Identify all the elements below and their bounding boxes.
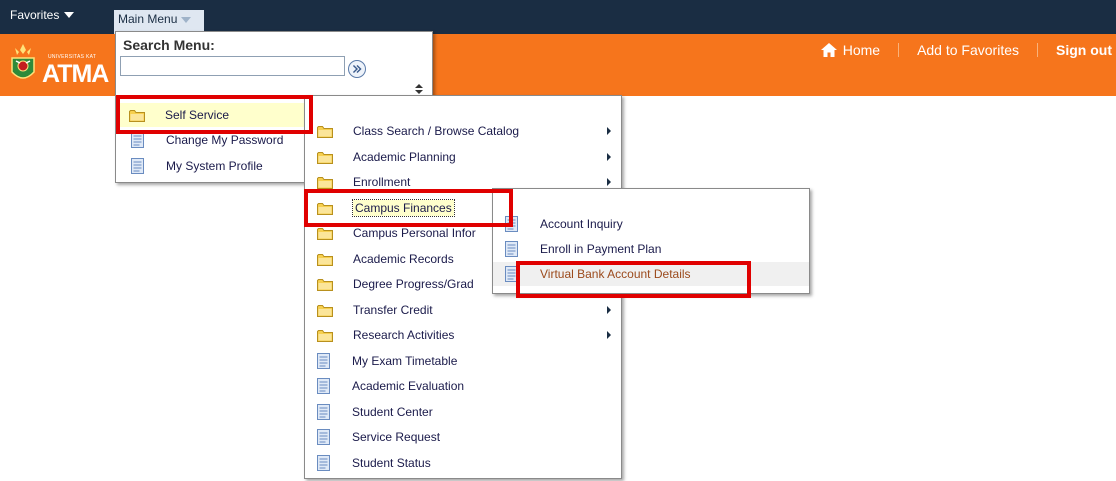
menu-item-label: Academic Evaluation <box>352 379 465 393</box>
folder-icon <box>317 253 333 266</box>
menu-item-class-search[interactable]: Class Search / Browse Catalog <box>305 119 621 143</box>
menu-item-academic-evaluation[interactable]: Academic Evaluation <box>305 374 621 398</box>
menu-item-label: Student Center <box>352 405 433 419</box>
menu-item-label: My System Profile <box>166 159 263 173</box>
menu-item-student-status[interactable]: Student Status <box>305 451 621 475</box>
menu-item-label: Transfer Credit <box>353 303 433 317</box>
submenu-arrow-icon <box>607 331 611 339</box>
document-icon <box>317 429 330 445</box>
university-logo: UNIVERSITAS KAT ATMA <box>8 38 118 92</box>
submenu-arrow-icon <box>607 153 611 161</box>
menu-item-label: Service Request <box>352 430 441 444</box>
document-icon <box>317 353 330 369</box>
document-icon <box>131 158 144 174</box>
submenu-arrow-icon <box>607 178 611 186</box>
document-icon <box>505 241 518 257</box>
highlight-box-self-service <box>116 95 313 134</box>
caret-down-icon <box>181 17 192 23</box>
home-link[interactable]: Home <box>820 42 881 58</box>
add-to-favorites-label: Add to Favorites <box>917 42 1019 58</box>
scroll-arrows-icon[interactable] <box>415 84 423 94</box>
logo-text: ATMA <box>42 60 109 88</box>
folder-icon <box>317 176 333 189</box>
link-separator <box>898 43 900 57</box>
menu-item-label: Class Search / Browse Catalog <box>353 124 520 138</box>
top-navigation-bar: Favorites Main Menu <box>0 0 1116 34</box>
document-icon <box>131 132 144 148</box>
document-icon <box>317 455 330 471</box>
search-go-button[interactable] <box>348 60 366 78</box>
header-links: Home Add to Favorites Sign out <box>820 40 1116 60</box>
menu-item-label: Academic Records <box>353 252 454 266</box>
link-separator <box>1037 43 1038 57</box>
document-icon <box>317 378 330 394</box>
university-emblem-icon <box>11 44 35 79</box>
sign-out-link[interactable]: Sign out <box>1056 42 1112 58</box>
menu-item-label: Enrollment <box>353 175 411 189</box>
folder-icon <box>317 151 333 164</box>
menu-item-my-exam-timetable[interactable]: My Exam Timetable <box>305 349 621 373</box>
menu-item-label: Account Inquiry <box>540 217 623 231</box>
menu-item-label: Student Status <box>352 456 431 470</box>
menu-item-label: Academic Planning <box>353 150 456 164</box>
home-icon <box>820 43 837 57</box>
home-label: Home <box>842 42 881 58</box>
menu-item-research-activities[interactable]: Research Activities <box>305 323 621 347</box>
menu-item-enroll-payment-plan[interactable]: Enroll in Payment Plan <box>493 237 809 261</box>
folder-icon <box>317 304 333 317</box>
menu-item-transfer-credit[interactable]: Transfer Credit <box>305 298 621 322</box>
search-menu-input[interactable] <box>120 56 345 76</box>
document-icon <box>317 404 330 420</box>
highlight-box-virtual-bank-account <box>516 261 751 298</box>
add-to-favorites-link[interactable]: Add to Favorites <box>917 42 1019 58</box>
menu-item-label: Research Activities <box>353 328 455 342</box>
favorites-label: Favorites <box>10 8 60 22</box>
menu-item-academic-planning[interactable]: Academic Planning <box>305 145 621 169</box>
favorites-menu-button[interactable]: Favorites <box>0 4 100 30</box>
menu-item-account-inquiry[interactable]: Account Inquiry <box>493 212 809 236</box>
folder-icon <box>317 227 333 240</box>
menu-item-label: Enroll in Payment Plan <box>540 242 662 256</box>
menu-item-label: My Exam Timetable <box>352 354 458 368</box>
menu-item-label: Change My Password <box>166 133 284 147</box>
menu-item-service-request[interactable]: Service Request <box>305 425 621 449</box>
menu-item-academic-records[interactable]: Academic Records <box>305 247 491 271</box>
submenu-arrow-icon <box>607 127 611 135</box>
folder-icon <box>317 278 333 291</box>
highlight-box-campus-finances <box>304 189 513 227</box>
menu-item-my-system-profile[interactable]: My System Profile <box>119 154 309 178</box>
search-menu-title: Search Menu: <box>123 37 215 53</box>
sign-out-label: Sign out <box>1056 42 1112 58</box>
folder-icon <box>317 329 333 342</box>
menu-item-label: Campus Personal Infor <box>353 226 476 240</box>
menu-item-student-center[interactable]: Student Center <box>305 400 621 424</box>
menu-item-label: Degree Progress/Grad <box>353 277 474 291</box>
submenu-arrow-icon <box>607 306 611 314</box>
caret-down-icon <box>64 12 75 18</box>
menu-item-degree-progress[interactable]: Degree Progress/Grad <box>305 272 491 296</box>
main-menu-label: Main Menu <box>118 12 178 26</box>
folder-icon <box>317 125 333 138</box>
